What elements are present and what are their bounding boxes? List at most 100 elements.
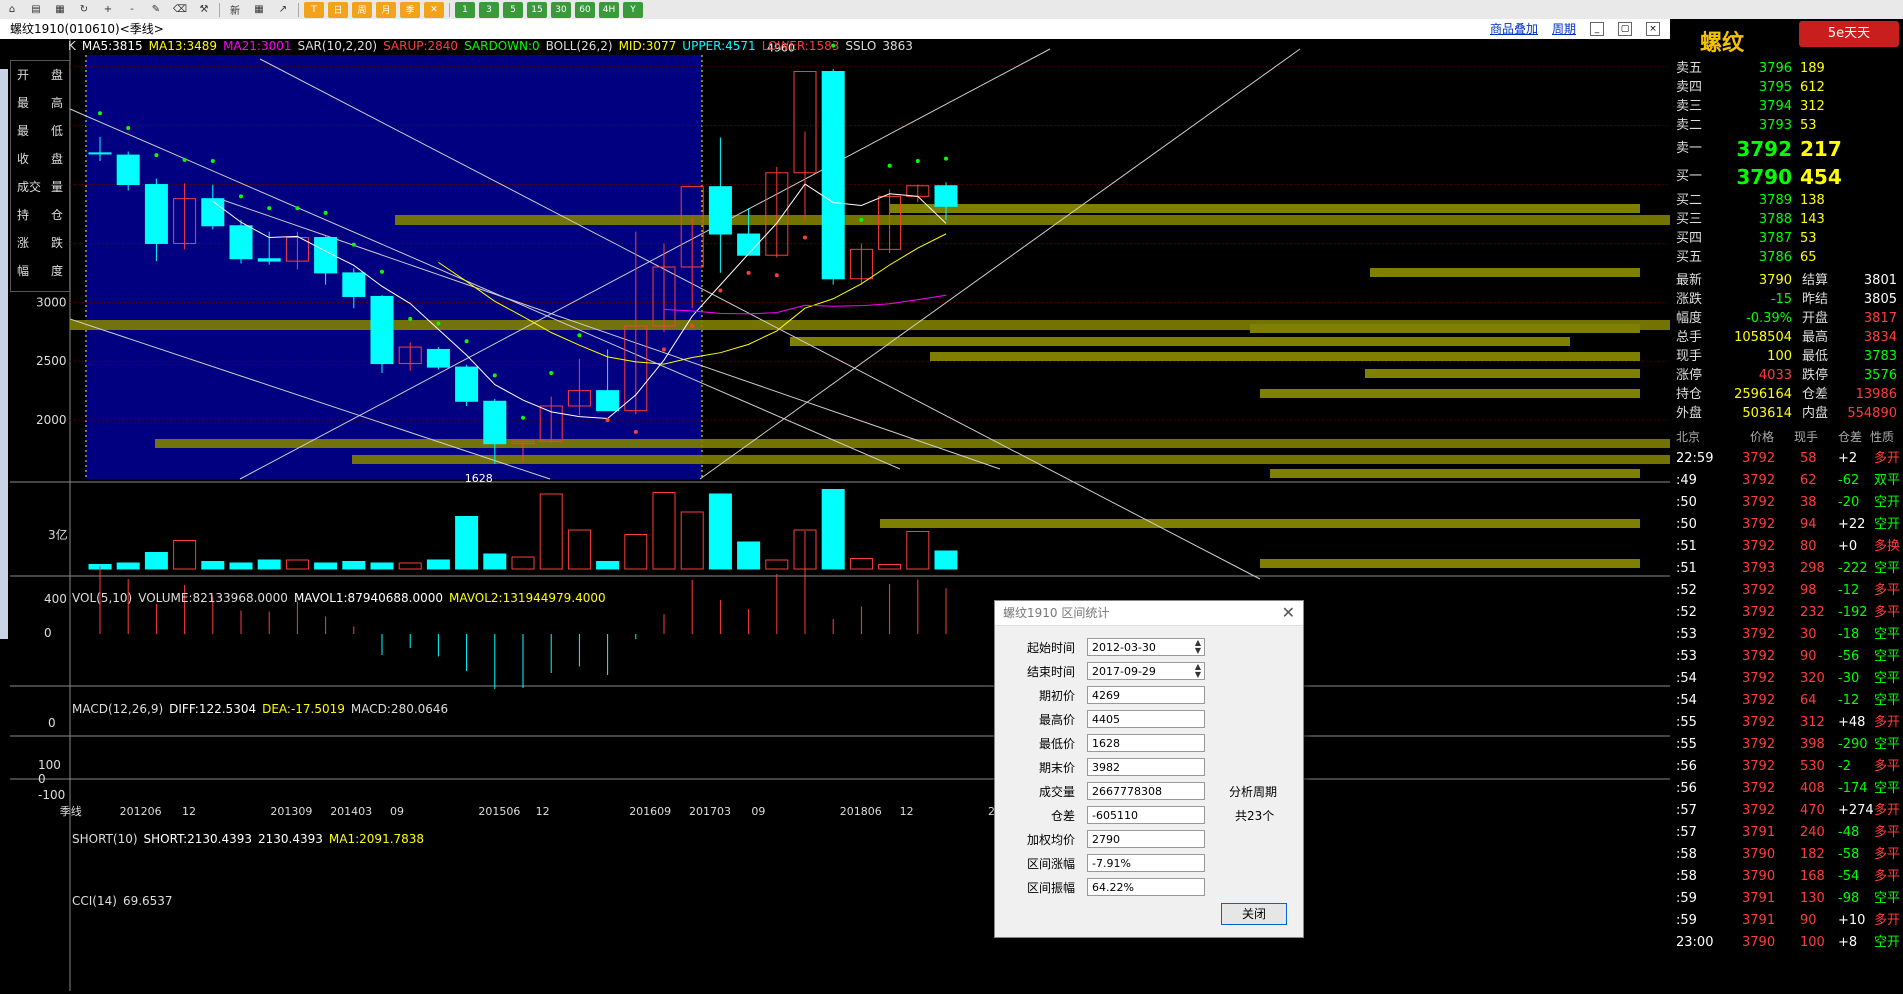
book-icon[interactable]: ▤ — [26, 2, 46, 18]
refresh-icon[interactable]: ↻ — [74, 2, 94, 18]
period-60-button[interactable]: 60 — [575, 1, 595, 18]
sar-dot — [182, 157, 187, 162]
dialog-row-input[interactable]: -7.91% — [1087, 854, 1205, 872]
tick-price: 3792 — [1742, 781, 1776, 796]
volume-bar — [624, 534, 648, 570]
ohlc-sidebar: 开盘最高最低收盘成交量持仓涨跌幅度 — [10, 60, 70, 292]
ma-indicator-value: SAR(10,2,20) — [297, 39, 378, 53]
volume-bar — [285, 559, 309, 570]
zoom-in-icon[interactable]: + — [98, 2, 118, 18]
tick-vol: 38 — [1800, 495, 1817, 510]
pen-icon[interactable]: ✎ — [146, 2, 166, 18]
tick-row: :51 3793 298 -222 空平 — [1670, 558, 1903, 580]
period-30-button[interactable]: 30 — [551, 1, 571, 18]
kline-chart[interactable]: 300025002000496016283亿400001000-100季线 201… — [0, 39, 1670, 991]
vertical-tab-strip[interactable] — [0, 69, 8, 639]
home-icon[interactable]: ⌂ — [2, 2, 22, 18]
chart-icon[interactable]: ▦ — [50, 2, 70, 18]
sidebar-row: 最高 — [11, 89, 69, 117]
dialog-row-input[interactable]: 2017-09-29 — [1087, 662, 1205, 680]
tick-time: :59 — [1676, 891, 1697, 906]
tick-icon[interactable]: T — [304, 1, 324, 18]
price-axis-label: 2000 — [36, 413, 67, 427]
stat-row: 现手 100 最低 3783 — [1670, 347, 1903, 366]
restore-icon[interactable]: ▢ — [1618, 22, 1632, 36]
sidebar-row: 成交量 — [11, 173, 69, 201]
dialog-row-input[interactable]: 3982 — [1087, 758, 1205, 776]
dialog-row-input[interactable]: 2012-03-30 — [1087, 638, 1205, 656]
tick-diff: -56 — [1838, 649, 1860, 664]
zoom-out-icon[interactable]: - — [122, 2, 142, 18]
volume-bar — [314, 562, 338, 570]
dialog-row-input[interactable]: 2790 — [1087, 830, 1205, 848]
dialog-row: 区间涨幅 -7.91% — [995, 853, 1225, 875]
ma-indicator-value: UPPER:4571 — [682, 39, 756, 53]
tick-diff: -290 — [1838, 737, 1868, 752]
time-axis-label: 201403 — [330, 805, 372, 818]
season-icon[interactable]: 季 — [400, 1, 420, 18]
dialog-row-input[interactable]: 64.22% — [1087, 878, 1205, 896]
eraser-icon[interactable]: ⌫ — [170, 2, 190, 18]
stat-value: 4033 — [1758, 368, 1792, 383]
tick-time: :50 — [1676, 517, 1697, 532]
tick-time: :53 — [1676, 649, 1697, 664]
period-3-button[interactable]: 3 — [479, 1, 499, 18]
new-icon[interactable]: 新 — [225, 2, 245, 18]
x-icon[interactable]: ✕ — [424, 1, 444, 18]
date-spinner-icon[interactable]: ▲ ▼ — [1191, 639, 1205, 655]
sar-dot — [746, 270, 751, 275]
chart-up-icon[interactable]: ↗ — [273, 2, 293, 18]
month-icon[interactable]: 月 — [376, 1, 396, 18]
bid-price: 3787 — [1758, 231, 1792, 246]
tick-diff: +2 — [1838, 451, 1858, 466]
stat-label: 现手 — [1676, 349, 1703, 364]
period-link[interactable]: 周期 — [1552, 19, 1576, 39]
day-icon[interactable]: 日 — [328, 1, 348, 18]
cci-indicator-value: 69.6537 — [122, 894, 173, 908]
ask-label: 卖二 — [1676, 118, 1703, 133]
sar-dot — [521, 415, 525, 420]
dialog-row-input[interactable]: 1628 — [1087, 734, 1205, 752]
dialog-row-input[interactable]: 2667778308 — [1087, 782, 1205, 800]
cci-axis-label: -100 — [38, 788, 65, 802]
dialog-row-input[interactable]: -605110 — [1087, 806, 1205, 824]
ma-indicator-value: LOWER:1583 — [761, 39, 840, 53]
tool-icon[interactable]: ⚒ — [194, 2, 214, 18]
table-icon[interactable]: ▦ — [249, 2, 269, 18]
period-1-button[interactable]: 1 — [455, 1, 475, 18]
dialog-row-input[interactable]: 4269 — [1087, 686, 1205, 704]
tick-diff: +0 — [1838, 539, 1858, 554]
date-spinner-icon[interactable]: ▲ ▼ — [1191, 663, 1205, 679]
minimize-icon[interactable]: _ — [1590, 22, 1604, 36]
tick-nature: 多平 — [1874, 847, 1901, 862]
sar-dot — [887, 163, 892, 168]
sar-dot — [464, 339, 469, 344]
ask-row: 卖五 3796 189 — [1670, 59, 1903, 78]
time-axis-label: 201206 — [120, 805, 162, 818]
dialog-row-input[interactable]: 4405 — [1087, 710, 1205, 728]
overlay-link[interactable]: 商品叠加 — [1490, 19, 1538, 39]
trend-line — [699, 48, 1301, 480]
bid-vol: 143 — [1800, 212, 1825, 227]
ticks-header: 北京 价格 现手 仓差 性质 — [1670, 426, 1903, 448]
ma-indicator-value: SARUP:2840 — [383, 39, 459, 53]
dialog-close-icon[interactable]: ✕ — [1282, 603, 1295, 622]
tick-nature: 空平 — [1874, 693, 1901, 708]
dialog-close-button[interactable]: 关闭 — [1221, 903, 1287, 925]
period-Y-button[interactable]: Y — [623, 1, 643, 18]
stat-row: 持仓 2596164 仓差 13986 — [1670, 385, 1903, 404]
period-15-button[interactable]: 15 — [527, 1, 547, 18]
week-icon[interactable]: 周 — [352, 1, 372, 18]
brand-logo: 5e天天 — [1799, 21, 1899, 47]
ask-vol: 217 — [1800, 137, 1842, 161]
period-5-button[interactable]: 5 — [503, 1, 523, 18]
time-axis-label: 季线 — [60, 804, 82, 818]
volume-bar — [342, 561, 366, 570]
period-4H-button[interactable]: 4H — [599, 1, 619, 18]
chart-area[interactable]: 3000 2500 2000 4960 1628 3亿 400 0 0 100 0 -100 季线 201… — [0, 39, 1670, 991]
tick-time: :50 — [1676, 495, 1697, 510]
ask-price: 3794 — [1758, 99, 1792, 114]
vol-indicator-value: MAVOL2:131944979.4000 — [449, 591, 606, 605]
close-icon[interactable]: × — [1646, 22, 1660, 36]
time-axis-label: 12 — [900, 805, 914, 818]
